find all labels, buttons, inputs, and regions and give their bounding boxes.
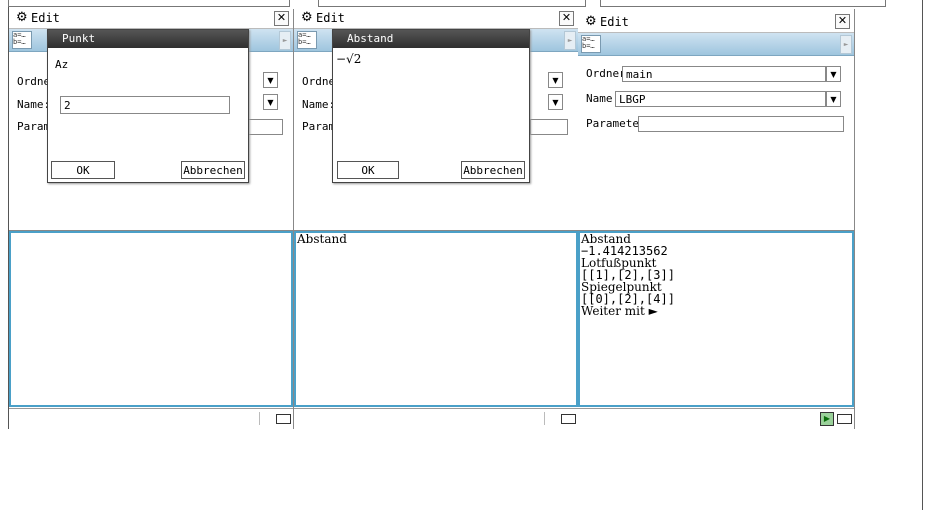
calculator-screen-3: ⚙ Edit ✕ a=… b=… ► Ordner: main ▼ Name: L… [578,9,855,429]
battery-icon [561,414,576,424]
window-title: Edit [316,11,345,25]
parameter-field[interactable] [638,116,844,132]
close-icon[interactable]: ✕ [835,14,850,29]
chevron-down-icon[interactable]: ▼ [826,66,841,82]
parameter-field[interactable] [530,119,568,135]
name-select[interactable]: LBGP [615,91,826,107]
program-form: Ordner: main ▼ Name: LBGP ▼ Parameter: [578,56,854,231]
parameter-label: Param [302,120,336,133]
output-line: Abstand [297,232,347,246]
name-label: Name: [17,98,51,111]
output-area: Abstand [294,231,578,407]
toolbar-scroll-right[interactable]: ► [564,31,576,50]
input-dialog: Punkt Az 2 OK Abbrechen [47,29,249,183]
toolbar: a=… b=… ► [578,33,854,56]
top-strip-1 [8,0,290,7]
dialog-value: −√2 [336,52,362,66]
status-divider [259,412,260,425]
parameter-field[interactable] [245,119,283,135]
frame-line-right [922,0,923,510]
gear-icon[interactable]: ⚙ [16,10,28,25]
cancel-button[interactable]: Abbrechen [181,161,245,179]
dialog-title: Abstand [333,30,529,48]
status-divider [544,412,545,425]
battery-icon [276,414,291,424]
chevron-down-icon[interactable]: ▼ [548,72,563,88]
dialog-prompt: Az [55,58,69,71]
output-line: Weiter mit ► [581,304,658,318]
status-bar [9,408,293,429]
title-bar: ⚙ Edit ✕ [578,9,854,33]
title-bar: ⚙ Edit ✕ [9,9,293,29]
gear-icon[interactable]: ⚙ [585,14,597,29]
window-title: Edit [31,11,60,25]
variable-assign-icon[interactable]: a=… b=… [297,31,317,49]
top-strip-3 [600,0,886,7]
chevron-down-icon[interactable]: ▼ [263,72,278,88]
folder-select[interactable]: main [622,66,826,82]
calculator-screen-1: ⚙ Edit ✕ a=… b=… ► Ordner ▼ Name: ▼ Param… [9,9,294,429]
variable-assign-icon[interactable]: a=… b=… [581,35,601,53]
ok-button[interactable]: OK [51,161,115,179]
top-strip-2 [318,0,586,7]
output-area: Abstand −1.414213562 Lotfußpunkt [[1],[2… [578,231,854,407]
parameter-label: Param [17,120,51,133]
play-icon[interactable]: ▶ [820,412,834,426]
name-label: Name: [302,98,336,111]
gear-icon[interactable]: ⚙ [301,10,313,25]
title-bar: ⚙ Edit ✕ [294,9,578,29]
ok-button[interactable]: OK [337,161,399,179]
cancel-button[interactable]: Abbrechen [461,161,525,179]
output-area [9,231,293,407]
close-icon[interactable]: ✕ [559,11,574,26]
status-bar [294,408,578,429]
toolbar-scroll-right[interactable]: ► [279,31,291,50]
dialog-input[interactable]: 2 [60,96,230,114]
chevron-down-icon[interactable]: ▼ [263,94,278,110]
result-dialog: Abstand −√2 OK Abbrechen [332,29,530,183]
variable-assign-icon[interactable]: a=… b=… [12,31,32,49]
dialog-title: Punkt [48,30,248,48]
calculator-screen-2: ⚙ Edit ✕ a=… b=… ► Ordner ▼ Name: ▼ Param… [294,9,579,429]
battery-icon [837,414,852,424]
window-title: Edit [600,15,629,29]
close-icon[interactable]: ✕ [274,11,289,26]
chevron-down-icon[interactable]: ▼ [826,91,841,107]
status-bar: ▶ [578,408,854,429]
chevron-down-icon[interactable]: ▼ [548,94,563,110]
toolbar-scroll-right[interactable]: ► [840,35,852,54]
